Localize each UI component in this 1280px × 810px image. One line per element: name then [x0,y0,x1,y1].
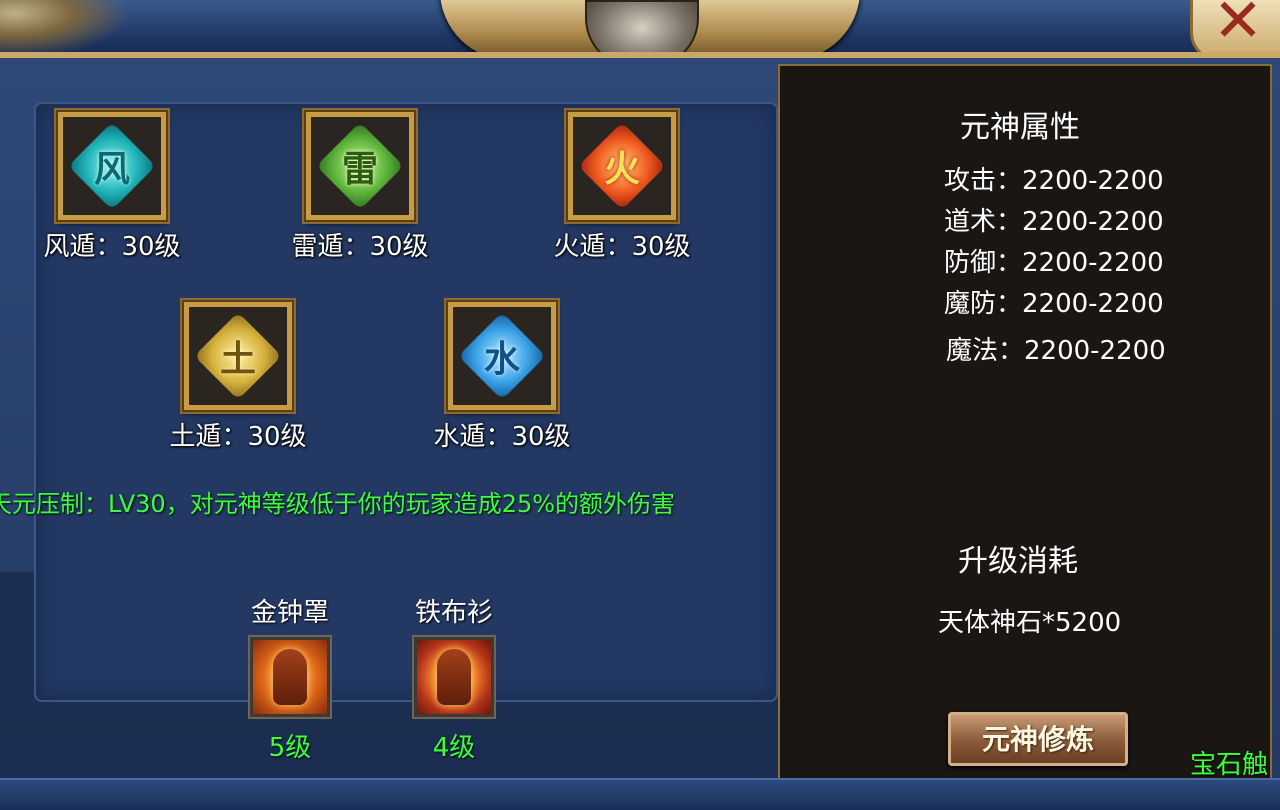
buff-level: 4级 [432,733,476,763]
wind-skill-button[interactable]: 风 [56,110,168,222]
upgrade-cost-title: 升级消耗 [958,544,1078,579]
skill-water: 水 水遁：30级 [412,300,592,453]
bottom-bar [0,778,1280,810]
fire-icon: 火 [578,122,666,210]
buff-name: 金钟罩 [250,598,329,628]
suppress-effect-text: 天元压制：LV30，对元神等级低于你的玩家造成25%的额外伤害 [0,490,676,518]
buff-level: 5级 [268,733,312,763]
thunder-icon: 雷 [316,122,404,210]
golden-bell-icon[interactable] [250,637,330,717]
train-button[interactable]: 元神修炼 [948,712,1128,766]
earth-skill-button[interactable]: 土 [182,300,294,412]
water-skill-button[interactable]: 水 [446,300,558,412]
fire-skill-label: 火遁：30级 [553,232,691,262]
attr-defense: 防御：2200-2200 [944,248,1164,278]
iron-shirt-icon[interactable] [414,637,494,717]
gem-touch-link[interactable]: 宝石触 [1190,744,1268,781]
wind-skill-label: 风遁：30级 [43,232,181,262]
water-skill-label: 水遁：30级 [433,422,571,452]
warrior-figure-icon [273,649,307,705]
skill-thunder: 雷 雷遁：30级 [270,110,450,263]
attr-attack: 攻击：2200-2200 [944,166,1164,196]
water-icon: 水 [458,312,546,400]
buff-iron-shirt: 铁布衫 4级 [394,592,514,764]
attr-magic-defense: 魔防：2200-2200 [944,289,1164,319]
attribute-panel: 元神属性 攻击：2200-2200 道术：2200-2200 防御：2200-2… [778,64,1272,790]
attribute-title: 元神属性 [960,110,1080,145]
thunder-skill-button[interactable]: 雷 [304,110,416,222]
earth-icon: 土 [194,312,282,400]
fire-skill-button[interactable]: 火 [566,110,678,222]
skill-earth: 土 土遁：30级 [148,300,328,453]
attr-magic: 魔法：2200-2200 [946,336,1166,366]
upgrade-cost-value: 天体神石*5200 [938,608,1122,638]
buff-name: 铁布衫 [414,598,493,628]
buff-golden-bell: 金钟罩 5级 [230,592,350,764]
skill-fire: 火 火遁：30级 [532,110,712,263]
thunder-skill-label: 雷遁：30级 [291,232,429,262]
skill-wind: 风 风遁：30级 [22,110,202,263]
earth-skill-label: 土遁：30级 [169,422,307,452]
attr-taoism: 道术：2200-2200 [944,207,1164,237]
monk-figure-icon [437,649,471,705]
wind-icon: 风 [68,122,156,210]
